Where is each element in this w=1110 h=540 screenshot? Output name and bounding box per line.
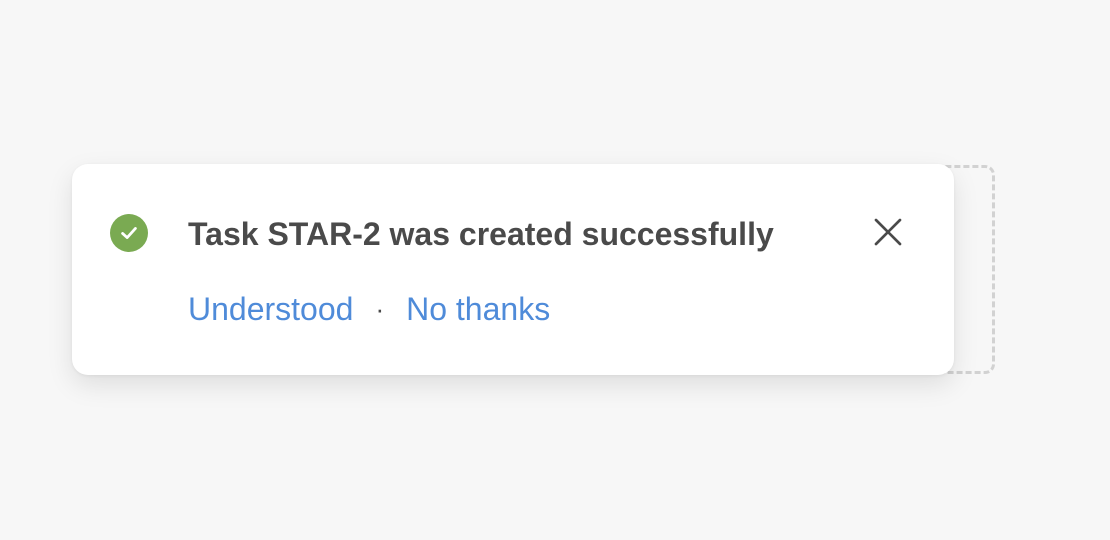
close-icon	[874, 218, 902, 246]
no-thanks-link[interactable]: No thanks	[406, 290, 550, 328]
success-toast: Task STAR-2 was created successfully Und…	[72, 164, 954, 375]
understood-link[interactable]: Understood	[188, 290, 353, 328]
close-button[interactable]	[868, 212, 908, 252]
action-separator: ·	[375, 294, 385, 324]
check-circle-icon	[110, 214, 148, 252]
toast-actions: Understood · No thanks	[188, 290, 550, 328]
toast-message: Task STAR-2 was created successfully	[188, 216, 774, 252]
